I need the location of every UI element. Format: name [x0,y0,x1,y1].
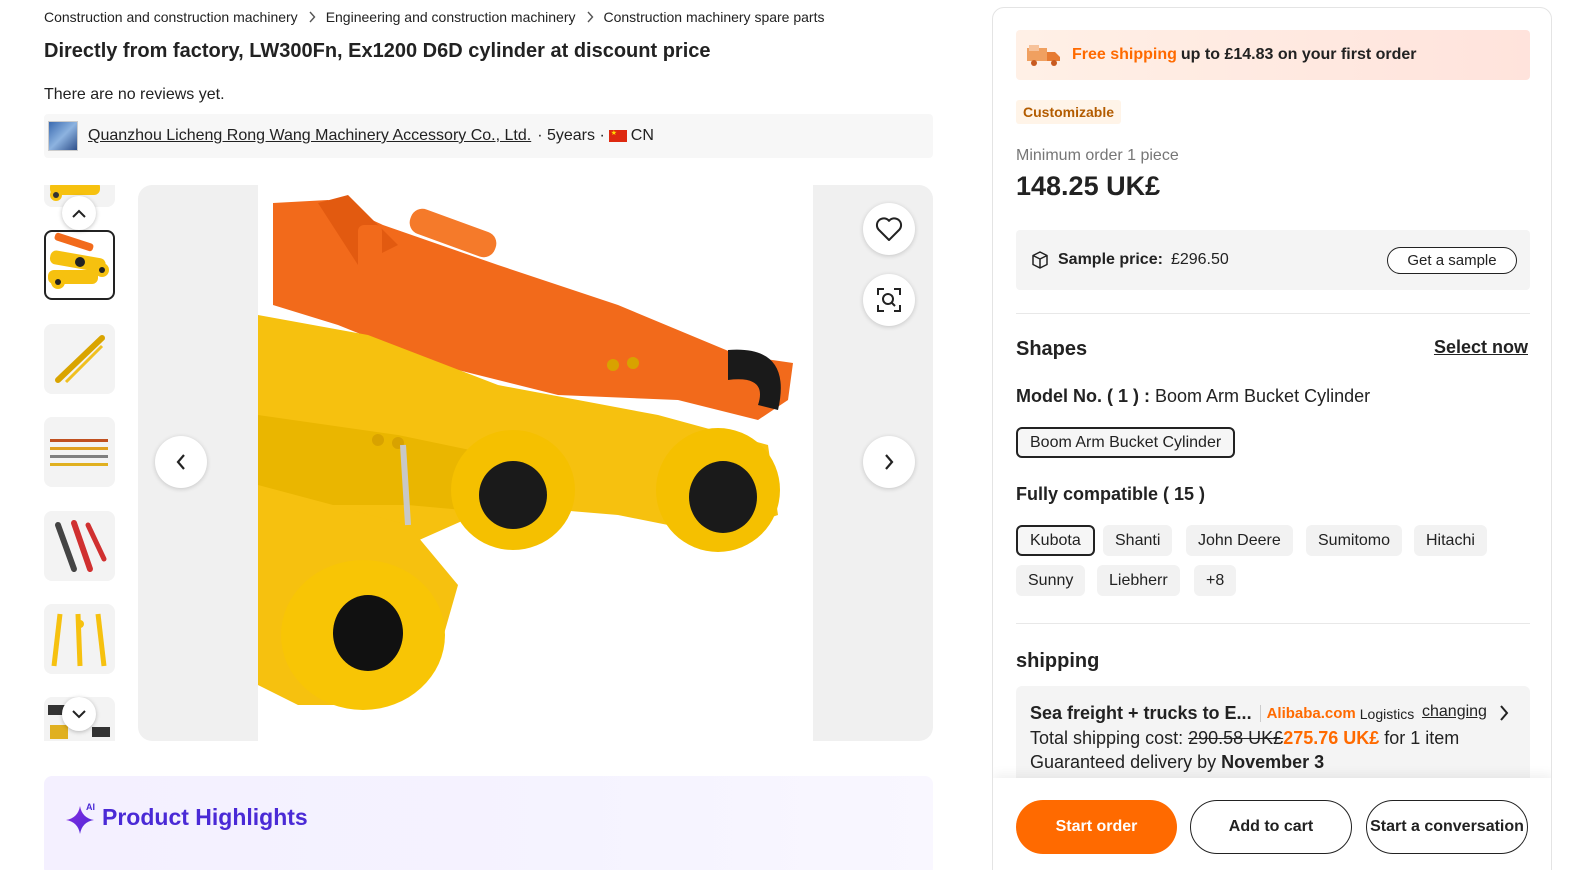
select-now-link[interactable]: Select now [1434,337,1528,358]
ai-label: AI [86,802,95,812]
thumbnail-scroll-up-button[interactable] [62,196,96,230]
delivery-date: November 3 [1221,752,1325,772]
divider [1016,623,1530,624]
delivery-line: Guaranteed delivery by November 3 [1030,752,1324,773]
image-search-button[interactable] [863,274,915,326]
compatibility-title: Fully compatible ( 15 ) [1016,484,1206,504]
shapes-title: Shapes [1016,338,1088,360]
image-search-icon [877,288,901,312]
free-shipping-detail: up to £14.83 on your first order [1180,46,1417,63]
highlights-title: Product Highlights [102,804,308,830]
compat-chip-liebherr[interactable]: Liebherr [1097,565,1180,596]
thumbnail[interactable] [44,604,115,674]
shipping-cost-suffix: for 1 item [1384,728,1460,748]
chevron-up-icon [72,209,86,218]
shipping-title: shipping [1016,650,1100,672]
breadcrumb-item[interactable]: Construction machinery spare parts [604,9,825,25]
model-number-value: Boom Arm Bucket Cylinder [1155,386,1371,406]
next-image-button[interactable] [863,436,915,488]
thumbnail[interactable] [44,511,115,581]
compat-chip-more[interactable]: +8 [1194,565,1237,596]
compat-chip-kubota[interactable]: Kubota [1016,525,1095,556]
sample-price-box: Sample price: £296.50 Get a sample [1016,230,1530,290]
shipping-method: Sea freight + trucks to E... [1030,703,1252,723]
shipping-cost-line: Total shipping cost: 290.58 UK£275.76 UK… [1030,728,1459,749]
favorite-button[interactable] [863,203,915,255]
model-option-chip[interactable]: Boom Arm Bucket Cylinder [1016,427,1236,458]
action-bar: Start order Add to cart Start a conversa… [993,778,1551,870]
thumbnail-strip [44,185,116,741]
add-to-cart-button[interactable]: Add to cart [1190,800,1352,854]
breadcrumb: Construction and construction machinery … [44,9,825,25]
thumbnail[interactable] [44,324,115,394]
minimum-order: Minimum order 1 piece [1016,147,1179,164]
product-highlights-section: AI Product Highlights [44,776,933,870]
chevron-right-icon [586,11,594,23]
thumbnail[interactable] [44,417,115,487]
shipping-old-cost: 290.58 UK£ [1188,728,1284,748]
get-sample-button[interactable]: Get a sample [1387,247,1517,274]
chevron-right-icon [308,11,316,23]
supplier-years: · 5years · [537,127,605,144]
model-number-line: Model No. ( 1 ) : Boom Arm Bucket Cylind… [1016,386,1370,407]
supplier-country: CN [630,127,654,144]
reviews-text: There are no reviews yet. [44,86,225,103]
heart-icon [875,217,903,241]
start-order-button[interactable]: Start order [1016,800,1177,854]
breadcrumb-item[interactable]: Construction and construction machinery [44,9,298,25]
model-number-label: Model No. ( 1 ) : [1016,386,1150,406]
supplier-name-link[interactable]: Quanzhou Licheng Rong Wang Machinery Acc… [88,127,531,145]
alibaba-logistics-logo: Alibaba.com [1259,705,1356,722]
page-title: Directly from factory, LW300Fn, Ex1200 D… [44,40,711,62]
previous-image-button[interactable] [155,436,207,488]
product-photo [258,185,813,741]
shipping-cost-label: Total shipping cost: [1030,728,1184,748]
purchase-panel: Free shipping up to £14.83 on your first… [992,7,1552,870]
delivery-label: Guaranteed delivery by [1030,752,1217,772]
supplier-logo [48,121,78,151]
divider [1016,313,1530,314]
chevron-down-icon [72,709,86,718]
sample-price-value: £296.50 [1170,251,1229,268]
unit-price: 148.25 UK£ [1016,171,1161,201]
chevron-right-icon[interactable] [1499,705,1509,721]
customizable-badge: Customizable [1016,100,1122,124]
start-conversation-button[interactable]: Start a conversation [1366,800,1528,854]
compat-chip-sunny[interactable]: Sunny [1016,565,1086,596]
box-icon [1032,251,1048,269]
compat-chip-shanti[interactable]: Shanti [1103,525,1173,556]
china-flag-icon [608,130,627,142]
chevron-right-icon [885,454,894,470]
free-shipping-label: Free shipping [1072,46,1177,63]
chevron-left-icon [176,454,185,470]
compat-chip-john-deere[interactable]: John Deere [1186,525,1293,556]
free-shipping-banner: Free shipping up to £14.83 on your first… [1016,30,1530,80]
sample-price-label: Sample price: [1058,251,1163,268]
ai-sparkle-icon: AI [66,802,95,834]
breadcrumb-item[interactable]: Engineering and construction machinery [326,9,576,25]
logistics-label: Logistics [1359,705,1415,722]
thumbnail-scroll-down-button[interactable] [62,697,96,731]
change-shipping-link[interactable]: changing [1422,703,1487,721]
shipping-new-cost: 275.76 UK£ [1283,728,1380,748]
compat-chip-sumitomo[interactable]: Sumitomo [1306,525,1403,556]
supplier-bar: Quanzhou Licheng Rong Wang Machinery Acc… [44,114,933,158]
shipping-box: Sea freight + trucks to E... Alibaba.com… [1016,686,1530,786]
main-product-image [138,185,933,741]
delivery-truck-icon [1027,45,1060,66]
compat-chip-hitachi[interactable]: Hitachi [1414,525,1487,556]
thumbnail-active[interactable] [44,230,115,300]
shipping-method-line: Sea freight + trucks to E... Alibaba.com… [1030,703,1414,724]
